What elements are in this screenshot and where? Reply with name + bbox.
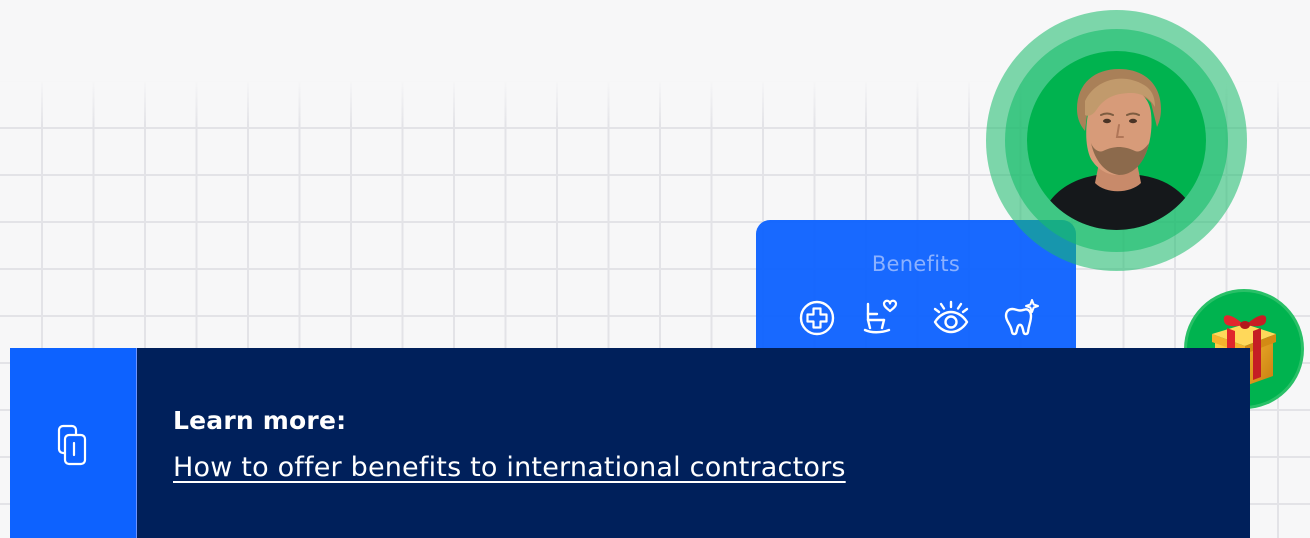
person-photo [1037,69,1201,230]
rocking-chair-heart-icon [863,299,898,334]
banner-icon-panel [10,348,137,538]
benefits-title: Benefits [871,252,961,276]
eye-icon [933,300,969,334]
benefits-article-link[interactable]: How to offer benefits to international c… [173,452,846,483]
tooth-sparkle-icon [1004,299,1039,336]
avatar [1027,51,1206,230]
medical-cross-icon [799,300,835,336]
learn-more-label: Learn more: [173,406,347,435]
learn-more-banner: Learn more: How to offer benefits to int… [10,348,1250,538]
avatar-halo [986,10,1247,271]
linked-documents-icon [57,424,87,466]
